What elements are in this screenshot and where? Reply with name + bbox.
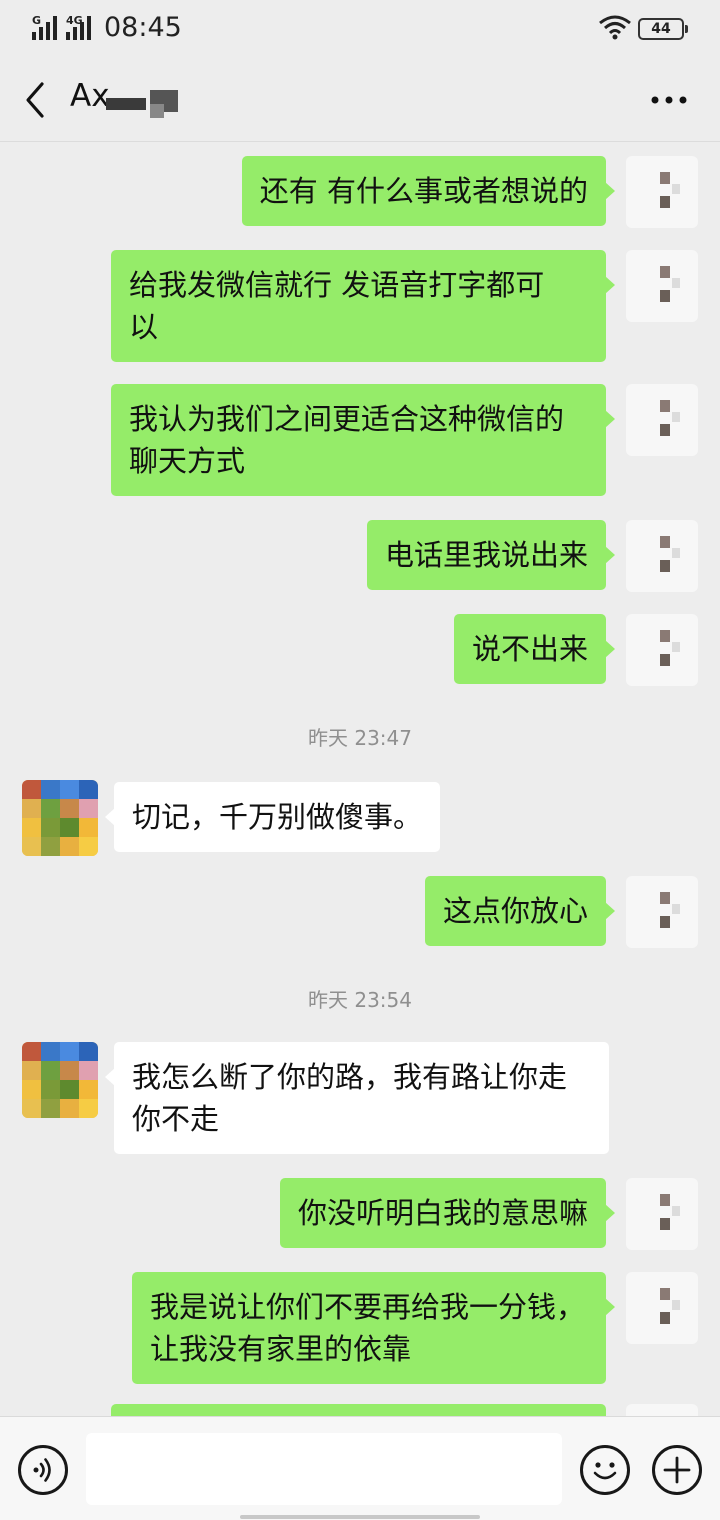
message-text: 电话里我说出来 [384, 538, 588, 572]
message-text: 这点你放心 [442, 894, 588, 928]
voice-button[interactable] [18, 1445, 68, 1495]
chat-input-bar [0, 1416, 720, 1520]
message-bubble-outgoing[interactable]: 说不出来 [453, 614, 616, 684]
status-time: 08:45 [104, 12, 182, 43]
message-bubble-incoming[interactable]: 我怎么断了你的路，我有路让你走 你不走 [105, 1042, 609, 1154]
message-bubble-outgoing[interactable]: 电话里我说出来 [366, 520, 616, 590]
my-avatar[interactable] [626, 614, 698, 686]
my-avatar[interactable] [626, 1178, 698, 1250]
battery-tip [685, 25, 688, 33]
message-bubble-outgoing[interactable]: 你没听明白我的意思嘛 [279, 1178, 616, 1248]
message-input[interactable] [86, 1433, 562, 1505]
chat-title: Ax [70, 78, 110, 114]
emoji-icon [593, 1462, 617, 1480]
message-text: 你不走 [132, 1102, 220, 1136]
title-redaction [106, 90, 180, 122]
message-timestamp: 昨天 23:47 [308, 726, 412, 750]
message-bubble-outgoing[interactable]: 给我发微信就行 发语音打字都可 以 [111, 250, 615, 362]
message-text: 给我发微信就行 发语音打字都可 [129, 268, 545, 302]
emoji-button[interactable] [580, 1445, 630, 1495]
message-bubble-outgoing[interactable]: 这点你放心 [424, 876, 616, 946]
message-text: 以 [129, 310, 159, 344]
message-text: 你没听明白我的意思嘛 [297, 1196, 588, 1230]
my-avatar[interactable] [626, 876, 698, 948]
message-text: 让我没有家里的依靠 [150, 1332, 412, 1366]
signal-1-label: G [32, 14, 42, 27]
battery-indicator: 44 [638, 18, 684, 40]
message-text: 切记，千万别做傻事。 [132, 800, 423, 834]
plus-icon [663, 1456, 691, 1484]
message-bubble-outgoing[interactable]: 我认为我们之间更适合这种微信的 聊天方式 [111, 384, 615, 496]
wifi-icon [599, 15, 631, 40]
chat-header: Ax [0, 58, 720, 142]
message-bubble-outgoing[interactable]: 我是说让你们不要再给我一分钱， 让我没有家里的依靠 [132, 1272, 615, 1384]
message-text: 还有 有什么事或者想说的 [259, 174, 588, 208]
my-avatar[interactable] [626, 384, 698, 456]
my-avatar[interactable] [626, 250, 698, 322]
more-dots-icon[interactable] [644, 84, 694, 116]
message-text: 聊天方式 [129, 444, 246, 478]
message-bubble-outgoing[interactable]: 还有 有什么事或者想说的 [241, 156, 616, 226]
message-text: 我怎么断了你的路，我有路让你走 [132, 1060, 568, 1094]
my-avatar[interactable] [626, 156, 698, 228]
signal-strength-2: 4G [66, 14, 98, 40]
message-text: 我认为我们之间更适合这种微信的 [129, 402, 565, 436]
more-functions-button[interactable] [652, 1445, 702, 1495]
message-text: 我是说让你们不要再给我一分钱， [150, 1290, 586, 1324]
voice-icon [33, 1458, 51, 1482]
contact-avatar[interactable] [22, 780, 98, 856]
gesture-bar [240, 1515, 480, 1519]
my-avatar[interactable] [626, 520, 698, 592]
signal-strength-1: G [32, 14, 62, 40]
message-bubble-incoming[interactable]: 切记，千万别做傻事。 [104, 782, 441, 852]
back-arrow-icon[interactable] [20, 78, 52, 122]
message-timestamp: 昨天 23:54 [308, 988, 412, 1012]
message-text: 说不出来 [471, 632, 588, 666]
my-avatar[interactable] [626, 1272, 698, 1344]
status-bar: G 4G 08:45 44 [0, 0, 720, 58]
contact-avatar[interactable] [22, 1042, 98, 1118]
